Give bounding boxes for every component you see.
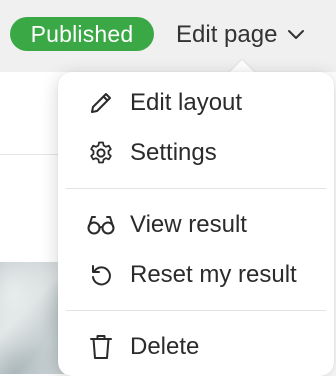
pencil-icon [86, 88, 116, 118]
menu-item-label: Edit layout [130, 89, 243, 116]
undo-icon [86, 260, 116, 290]
chevron-down-icon [287, 29, 305, 41]
edit-page-button[interactable]: Edit page [176, 17, 305, 53]
glasses-icon [86, 210, 116, 240]
menu-divider [66, 188, 326, 189]
menu-item-edit-layout[interactable]: Edit layout [58, 80, 334, 126]
menu-item-delete[interactable]: Delete [58, 324, 334, 370]
menu-item-view-result[interactable]: View result [58, 202, 334, 248]
menu-item-label: View result [130, 211, 247, 238]
trash-icon [86, 332, 116, 362]
menu-divider [66, 310, 326, 311]
menu-item-label: Settings [130, 139, 217, 166]
menu-item-label: Reset my result [130, 261, 297, 288]
menu-item-reset-result[interactable]: Reset my result [58, 252, 334, 298]
gear-icon [86, 138, 116, 168]
menu-item-label: Delete [130, 333, 200, 360]
content-divider [0, 154, 60, 155]
status-badge: Published [10, 17, 154, 51]
edit-page-menu: Edit layout Settings View result Reset m… [58, 72, 334, 376]
menu-item-settings[interactable]: Settings [58, 130, 334, 176]
edit-page-label: Edit page [176, 21, 278, 48]
